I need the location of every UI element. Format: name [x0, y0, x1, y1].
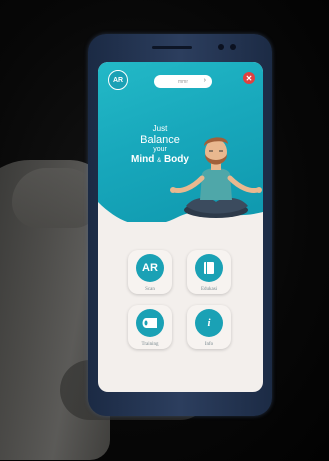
mat-icon [136, 309, 164, 337]
phone-top-bezel [88, 34, 272, 60]
meditating-man-illustration [170, 137, 262, 218]
earpiece-speaker [152, 46, 192, 49]
close-icon: ✕ [245, 73, 253, 83]
menu-tile-info[interactable]: i Info [187, 305, 231, 349]
menu-tile-training[interactable]: Training [128, 305, 172, 349]
ar-scan-icon: AR [136, 254, 164, 282]
chevron-right-icon: › [203, 77, 206, 84]
info-glyph: i [207, 317, 211, 329]
menu-tile-label: Edukasi [200, 287, 218, 292]
selector-pill[interactable]: mmr › [154, 75, 212, 88]
menu-tile-label: Training [141, 342, 159, 347]
avatar-ar-badge[interactable]: AR [108, 70, 128, 90]
avatar-text: AR [112, 76, 124, 84]
ar-scan-glyph: AR [142, 262, 158, 274]
close-button[interactable]: ✕ [243, 72, 255, 84]
photo-background: AR mmr › ✕ Just Balance your Mind & Body [0, 0, 329, 461]
front-camera-icon [218, 44, 224, 50]
tagline-amp: & [157, 158, 162, 164]
info-icon: i [195, 309, 223, 337]
book-icon [195, 254, 223, 282]
menu-tile-label: Scan [145, 287, 155, 292]
finger [12, 168, 100, 228]
app-screen: AR mmr › ✕ Just Balance your Mind & Body [98, 62, 263, 392]
selector-text: mmr [178, 78, 188, 85]
tagline-mind: Mind [131, 154, 155, 165]
sensor-icon [230, 44, 236, 50]
menu-tile-label: Info [204, 342, 214, 347]
menu-tile-edukasi[interactable]: Edukasi [187, 250, 231, 294]
menu-tile-scan[interactable]: AR Scan [128, 250, 172, 294]
